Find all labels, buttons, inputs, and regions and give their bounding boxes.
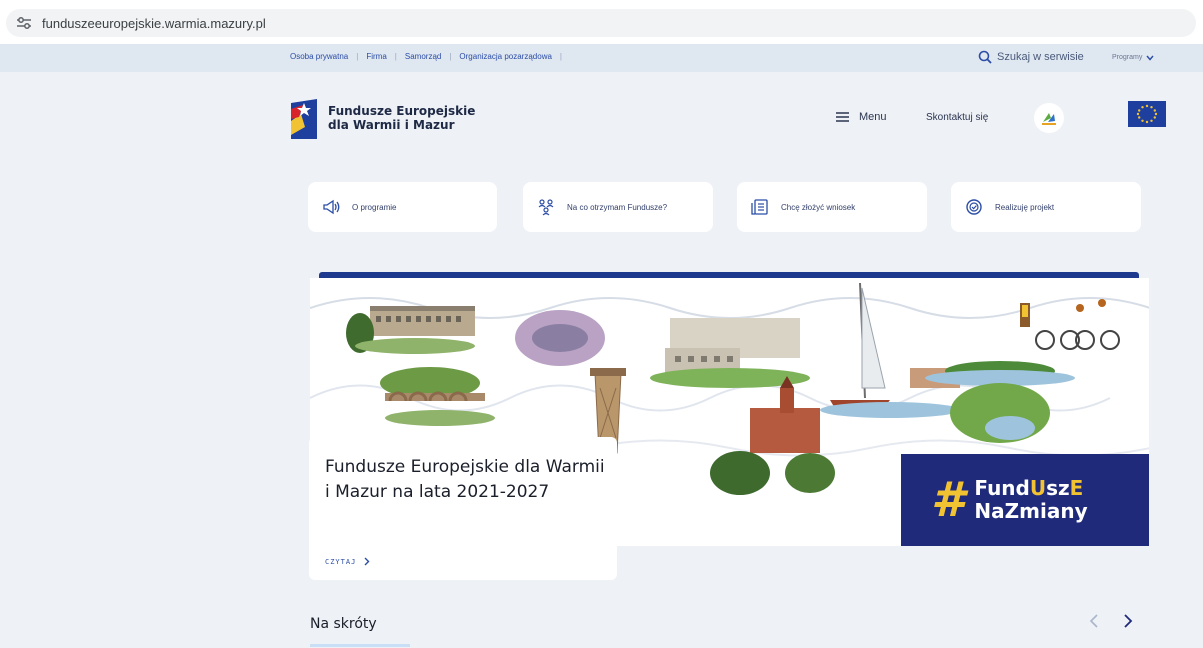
separator: | — [356, 52, 359, 61]
campaign-hashtag-badge: # FundUszE NaZmiany — [901, 454, 1149, 546]
site-settings-icon[interactable] — [16, 16, 32, 30]
menu-button[interactable]: Menu — [836, 111, 887, 123]
site-logo-text[interactable]: Fundusze Europejskie dla Warmii i Mazur — [328, 104, 475, 132]
programs-label: Programy — [1112, 54, 1143, 61]
separator: | — [394, 52, 397, 61]
megaphone-icon — [323, 199, 340, 215]
read-more-label: CZYTAJ — [325, 557, 357, 566]
url-text: funduszeeuropejskie.warmia.mazury.pl — [42, 15, 266, 31]
hamburger-icon — [836, 112, 849, 122]
hashtag-sign: # — [931, 472, 965, 528]
quick-link-label: Na co otrzymam Fundusze? — [567, 202, 668, 212]
browser-address-bar: funduszeeuropejskie.warmia.mazury.pl — [0, 0, 1203, 44]
search-label: Szukaj w serwisie — [997, 51, 1084, 63]
separator: | — [559, 52, 562, 61]
quick-link-label: Chcę złożyć wniosek — [781, 202, 856, 212]
search-button[interactable]: Szukaj w serwisie — [978, 50, 1084, 64]
hashtag-line-2: NaZmiany — [974, 499, 1088, 523]
quick-link-project[interactable]: Realizuję projekt — [951, 182, 1141, 232]
contact-link[interactable]: Skontaktuj się — [926, 112, 988, 123]
programs-dropdown[interactable]: Programy — [1112, 54, 1154, 61]
hashtag-text: FundUszE NaZmiany — [974, 477, 1087, 523]
audience-link-company[interactable]: Firma — [366, 52, 386, 61]
region-emblem-icon — [1042, 113, 1056, 125]
audience-link-local-government[interactable]: Samorząd — [405, 52, 441, 61]
chevron-right-icon — [364, 557, 370, 566]
section-title: Na skróty — [310, 616, 377, 632]
chevron-left-icon[interactable] — [1088, 613, 1100, 629]
separator: | — [449, 52, 452, 61]
read-more-link[interactable]: CZYTAJ — [325, 557, 370, 566]
chevron-right-icon[interactable] — [1122, 613, 1134, 629]
audience-nav: Osoba prywatna | Firma | Samorząd | Orga… — [290, 52, 570, 61]
quick-link-funding[interactable]: Na co otrzymam Fundusze? — [523, 182, 713, 232]
logo-line-1: Fundusze Europejskie — [328, 104, 476, 118]
region-logo[interactable] — [1034, 103, 1064, 133]
eu-flag-icon[interactable] — [1128, 101, 1166, 127]
logo-line-2: dla Warmii i Mazur — [328, 118, 455, 132]
eu-funds-logo-icon[interactable] — [291, 99, 317, 139]
chevron-down-icon — [1146, 55, 1154, 61]
document-list-icon — [751, 199, 768, 215]
url-field[interactable]: funduszeeuropejskie.warmia.mazury.pl — [6, 9, 1196, 37]
audience-link-ngo[interactable]: Organizacja pozarządowa — [459, 52, 552, 61]
top-navigation-strip: Osoba prywatna | Firma | Samorząd | Orga… — [0, 44, 1203, 72]
clock-check-icon — [966, 199, 982, 215]
people-network-icon — [538, 199, 554, 216]
hero-text-card[interactable]: Fundusze Europejskie dla Warmii i Mazur … — [309, 437, 617, 580]
quick-link-about[interactable]: O programie — [308, 182, 497, 232]
quick-link-label: O programie — [352, 202, 397, 212]
section-underline — [310, 644, 410, 647]
hashtag-line-1: FundUszE — [974, 476, 1084, 500]
hero-title: Fundusze Europejskie dla Warmii i Mazur … — [325, 457, 605, 502]
quick-link-apply[interactable]: Chcę złożyć wniosek — [737, 182, 927, 232]
menu-label: Menu — [859, 111, 887, 123]
quick-link-label: Realizuję projekt — [995, 202, 1055, 212]
search-icon — [978, 50, 992, 64]
audience-link-private[interactable]: Osoba prywatna — [290, 52, 348, 61]
